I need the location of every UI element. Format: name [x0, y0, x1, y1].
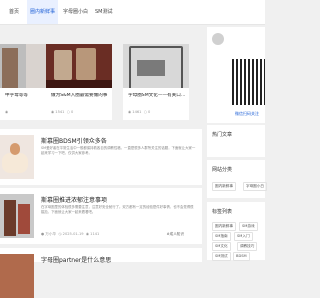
post-title[interactable]: 斯慕圈推进浓郁注意事项 [41, 195, 107, 204]
hot-articles-heading: 热门文章 [212, 132, 233, 138]
post-views: 1141 [90, 232, 100, 236]
post-title[interactable]: 做为S&M入圈最需要做的事 [51, 93, 111, 99]
eye-icon: ◉ [85, 232, 89, 236]
list-post-card[interactable]: 斯慕圈BDSM引领众多各 SM爱好者在平常生活中一般都保持着各自的调教性格，一直… [0, 129, 202, 185]
eye-icon: ◉ [5, 110, 9, 114]
post-thumbnail[interactable] [0, 254, 34, 298]
post-views: 1541 [55, 110, 65, 114]
post-excerpt: SM爱好者在平常生活中一般都保持着各自的调教性格，一直是很多人群所关注的话题，下… [41, 146, 196, 155]
post-excerpt: 在字母圈里的体验很多需要注意，注意好安全就行了。双方都有一定的经验是件好事情，也… [41, 205, 194, 214]
tag-link[interactable]: SM游戏 [239, 222, 258, 231]
post-title[interactable]: 字母圈SM文化——有关口… [128, 93, 188, 99]
eye-icon: ◉ [51, 110, 55, 114]
post-meta: ● 万小华 ◷ 2025-01-19 ◉ 1141 [41, 232, 99, 237]
post-meta: ◉ 1541 ○ 0 [51, 110, 73, 114]
nav-item-beginner[interactable]: 字母圈小白 [60, 0, 91, 24]
post-comments: 0 [71, 110, 74, 114]
post-meta: ◉ [5, 110, 8, 114]
tag-cloud-panel: 标签列表 圈内新鲜事 SM游戏 SM指南 SM入门 SM文化 调教技巧 SM测试… [207, 202, 265, 261]
post-author[interactable]: 万小华 [45, 232, 56, 236]
post-thumbnail[interactable] [0, 194, 34, 238]
qr-code [232, 59, 265, 105]
post-date: 2025-01-19 [62, 232, 84, 236]
nav-item-circle-news[interactable]: 圈内新鲜事 [27, 0, 59, 24]
tag-link[interactable]: 调教技巧 [237, 242, 258, 251]
eye-icon: ◉ [128, 110, 132, 114]
post-comments: 0 [148, 110, 151, 114]
post-title[interactable]: 斯慕圈BDSM引领众多各 [41, 136, 107, 145]
post-meta: ◉ 1461 ○ 0 [128, 110, 150, 114]
category-link[interactable]: 圈内新鲜事 [212, 182, 236, 191]
tag-link[interactable]: 圈内新鲜事 [212, 222, 236, 231]
tag-link[interactable]: SM文化 [212, 242, 231, 251]
nav-item-home[interactable]: 首页 [6, 0, 22, 24]
nav-item-sm-test[interactable]: SM测试 [92, 0, 116, 24]
qr-caption: 微信扫码关注 [235, 111, 259, 116]
comment-icon: ○ [143, 110, 147, 114]
clock-icon: ◷ [58, 232, 62, 236]
comment-icon: ○ [66, 110, 70, 114]
category-link[interactable]: 字母圈小白 [243, 182, 267, 191]
avatar [212, 33, 224, 45]
post-views: 1461 [132, 110, 142, 114]
qr-code-panel: 微信扫码关注 [207, 27, 265, 123]
list-post-card[interactable]: 斯慕圈推进浓郁注意事项 在字母圈里的体验很多需要注意，注意好安全就行了。双方都有… [0, 188, 202, 244]
user-icon: ● [41, 232, 45, 236]
tag-cloud-heading: 标签列表 [212, 209, 233, 215]
post-thumbnail[interactable] [123, 44, 189, 88]
site-category-heading: 网站分类 [212, 167, 233, 173]
site-category-panel: 网站分类 圈内新鲜事 字母圈小白 [207, 160, 267, 198]
post-thumbnail[interactable] [46, 44, 112, 88]
tag-link[interactable]: SM指南 [212, 232, 231, 241]
top-post-card[interactable]: 做为S&M入圈最需要做的事 ◉ 1541 ○ 0 [46, 44, 112, 120]
top-post-card[interactable]: 字母圈SM文化——有关口… ◉ 1461 ○ 0 [123, 44, 189, 120]
hot-articles-panel: 热门文章 [207, 125, 265, 157]
tag-link[interactable]: SM入门 [234, 232, 253, 241]
post-tag[interactable]: #成人知识 [167, 232, 184, 237]
post-thumbnail[interactable] [0, 135, 34, 179]
top-navigation-bar: 首页 圈内新鲜事 字母圈小白 SM测试 [0, 0, 265, 25]
